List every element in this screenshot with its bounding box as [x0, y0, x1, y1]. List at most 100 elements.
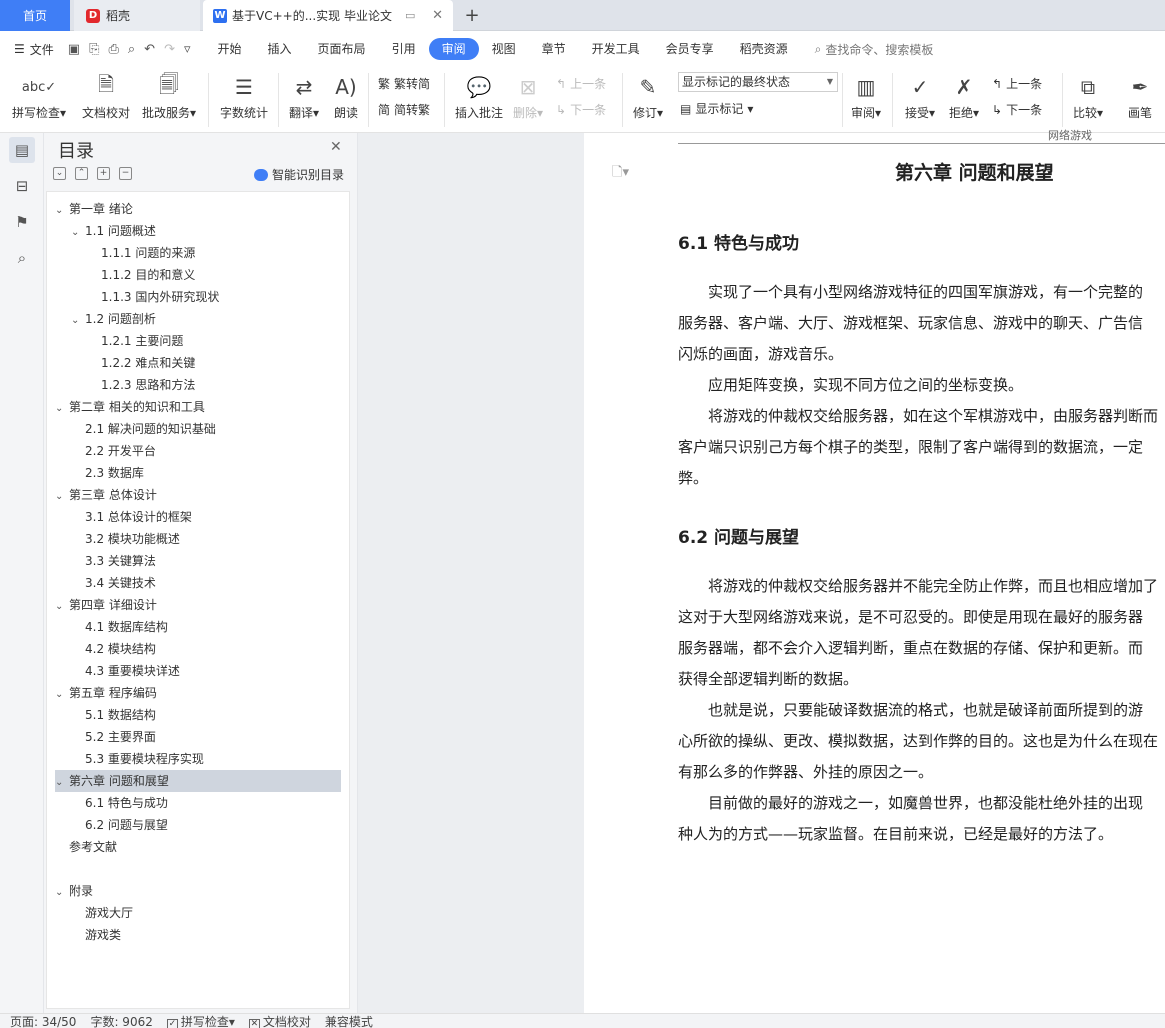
search-icon[interactable]: ⌕ — [9, 245, 35, 271]
redo-icon[interactable]: ↷ — [164, 42, 175, 57]
insert-comment-button[interactable]: 💬 插入批注 — [452, 71, 506, 123]
toc-item[interactable]: ⌄ 1.2 问题剖析 — [55, 308, 341, 330]
new-tab-button[interactable]: + — [460, 0, 484, 31]
toc-item[interactable]: 4.3 重要模块详述 — [55, 660, 341, 682]
chevron-down-icon[interactable]: ⌄ — [55, 596, 69, 618]
toc-item[interactable]: ⌄ 第二章 相关的知识和工具 — [55, 396, 341, 418]
toc-item[interactable]: ⌄ 第三章 总体设计 — [55, 484, 341, 506]
close-tab-icon[interactable]: ✕ — [432, 8, 443, 23]
toc-item[interactable]: 1.2.1 主要问题 — [55, 330, 341, 352]
page-indicator[interactable]: 页面: 34/50 — [10, 1014, 76, 1028]
chevron-down-icon[interactable]: ⌄ — [55, 398, 69, 420]
reject-button[interactable]: ✗ 拒绝▾ — [946, 71, 982, 123]
more-icon[interactable]: ▿ — [184, 42, 191, 57]
toc-panel-icon[interactable]: ▤ — [9, 137, 35, 163]
word-count[interactable]: 字数: 9062 — [90, 1014, 152, 1028]
toc-item[interactable]: 1.1.3 国内外研究现状 — [55, 286, 341, 308]
chapter-nav-icon[interactable]: ⊟ — [9, 173, 35, 199]
toc-item[interactable]: 3.3 关键算法 — [55, 550, 341, 572]
spell-check-status[interactable]: ✓ 拼写检查▾ — [166, 1014, 235, 1028]
menu-tab[interactable]: 视图 — [479, 38, 529, 60]
toc-item[interactable]: 3.4 关键技术 — [55, 572, 341, 594]
chevron-down-icon[interactable]: ⌄ — [55, 772, 69, 794]
toc-item[interactable]: ⌄ 第一章 绪论 — [55, 198, 341, 220]
menu-tab[interactable]: 稻壳资源 — [727, 38, 801, 60]
remove-heading-icon[interactable]: − — [119, 167, 132, 180]
menu-tab[interactable]: 插入 — [255, 38, 305, 60]
chevron-down-icon[interactable]: ⌄ — [71, 222, 85, 244]
toc-item[interactable]: 3.2 模块功能概述 — [55, 528, 341, 550]
show-markup-button[interactable]: ▤ 显示标记 ▾ — [680, 100, 753, 117]
review-pane-button[interactable]: ▥ 审阅▾ — [848, 71, 884, 123]
menu-tab[interactable]: 开发工具 — [579, 38, 653, 60]
toc-item[interactable]: 游戏大厅 — [55, 902, 341, 924]
file-menu[interactable]: ☰ 文件 — [14, 41, 54, 58]
doc-check-button[interactable]: 🗎 文档校对 — [80, 71, 132, 123]
delete-comment-button[interactable]: ⊠ 删除▾ — [510, 71, 546, 123]
chevron-down-icon[interactable]: ⌄ — [55, 882, 69, 904]
tab-document[interactable]: W 基于VC++的...实现 毕业论文 ▭ ✕ — [203, 0, 453, 31]
toc-item[interactable]: ⌄ 第六章 问题和展望 — [55, 770, 341, 792]
toc-item[interactable]: 2.2 开发平台 — [55, 440, 341, 462]
toc-item[interactable]: ⌄ 1.1 问题概述 — [55, 220, 341, 242]
menu-tab[interactable]: 页面布局 — [305, 38, 379, 60]
toc-item[interactable]: 1.2.2 难点和关键 — [55, 352, 341, 374]
chevron-down-icon[interactable]: ⌄ — [55, 200, 69, 222]
chevron-down-icon[interactable]: ⌄ — [55, 486, 69, 508]
close-icon[interactable]: ✕ — [330, 139, 342, 155]
next-change-button[interactable]: ↳ 下一条 — [992, 101, 1042, 118]
toc-item[interactable]: 参考文献 — [55, 836, 341, 858]
tab-home[interactable]: 首页 — [0, 0, 70, 31]
toc-item[interactable]: 5.1 数据结构 — [55, 704, 341, 726]
expand-all-icon[interactable]: ⌄ — [53, 167, 66, 180]
window-icon[interactable]: ▭ — [405, 9, 415, 22]
toc-item[interactable]: 2.1 解决问题的知识基础 — [55, 418, 341, 440]
translate-button[interactable]: ⇄ 翻译▾ — [286, 71, 322, 123]
pen-button[interactable]: ✒ 画笔 — [1124, 71, 1156, 123]
menu-tab[interactable]: 会员专享 — [653, 38, 727, 60]
toc-item[interactable]: ⌄ 第四章 详细设计 — [55, 594, 341, 616]
toc-item[interactable]: 2.3 数据库 — [55, 462, 341, 484]
simp-to-trad-button[interactable]: 简简转繁 — [378, 101, 430, 118]
markup-mode-select[interactable]: 显示标记的最终状态 ▼ — [678, 72, 838, 92]
toc-item[interactable]: 1.1.2 目的和意义 — [55, 264, 341, 286]
toc-item[interactable]: 4.1 数据库结构 — [55, 616, 341, 638]
toc-item[interactable]: 6.1 特色与成功 — [55, 792, 341, 814]
toc-item[interactable]: 6.2 问题与展望 — [55, 814, 341, 836]
menu-tab[interactable]: 章节 — [529, 38, 579, 60]
print-icon[interactable]: ⎙ — [108, 42, 118, 57]
print-preview-icon[interactable]: ⌕ — [128, 42, 135, 57]
compare-button[interactable]: ⧉ 比较▾ — [1070, 71, 1106, 123]
toc-item[interactable]: 4.2 模块结构 — [55, 638, 341, 660]
word-count-button[interactable]: ☰ 字数统计 — [218, 71, 270, 123]
menu-tab[interactable]: 引用 — [379, 38, 429, 60]
smart-toc-button[interactable]: 智能识别目录 — [254, 166, 344, 183]
trad-to-simp-button[interactable]: 繁繁转简 — [378, 75, 430, 92]
toc-item[interactable]: ⌄ 第五章 程序编码 — [55, 682, 341, 704]
page-options-icon[interactable]: 🗋▾ — [612, 163, 629, 185]
save-icon[interactable]: ▣ — [68, 42, 80, 57]
toc-item[interactable]: 3.1 总体设计的框架 — [55, 506, 341, 528]
read-aloud-button[interactable]: A) 朗读 — [330, 71, 362, 123]
export-pdf-icon[interactable]: ⎘ — [89, 42, 99, 57]
accept-button[interactable]: ✓ 接受▾ — [902, 71, 938, 123]
doc-check-status[interactable]: ✕ 文档校对 — [248, 1014, 311, 1028]
toc-item[interactable]: 游戏类 — [55, 924, 341, 946]
collapse-all-icon[interactable]: ⌃ — [75, 167, 88, 180]
command-search[interactable]: ⌕ 查找命令、搜索模板 — [815, 41, 934, 58]
add-heading-icon[interactable]: + — [97, 167, 110, 180]
toc-item[interactable]: 5.2 主要界面 — [55, 726, 341, 748]
toc-item[interactable]: ⌄ 附录 — [55, 880, 341, 902]
spell-check-button[interactable]: abc✓ 拼写检查▾ — [10, 71, 68, 123]
prev-change-button[interactable]: ↰ 上一条 — [992, 75, 1042, 92]
chevron-down-icon[interactable]: ⌄ — [55, 684, 69, 706]
bookmark-icon[interactable]: ⚑ — [9, 209, 35, 235]
toc-item[interactable]: 1.2.3 思路和方法 — [55, 374, 341, 396]
review-service-button[interactable]: 🗐 批改服务▾ — [140, 71, 198, 123]
prev-comment-button[interactable]: ↰ 上一条 — [556, 75, 606, 92]
track-changes-button[interactable]: ✎ 修订▾ — [630, 71, 666, 123]
toc-item[interactable]: 5.3 重要模块程序实现 — [55, 748, 341, 770]
menu-tab[interactable]: 开始 — [205, 38, 255, 60]
tab-daoke[interactable]: D 稻壳 — [74, 0, 200, 31]
menu-tab[interactable]: 审阅 — [428, 38, 479, 60]
